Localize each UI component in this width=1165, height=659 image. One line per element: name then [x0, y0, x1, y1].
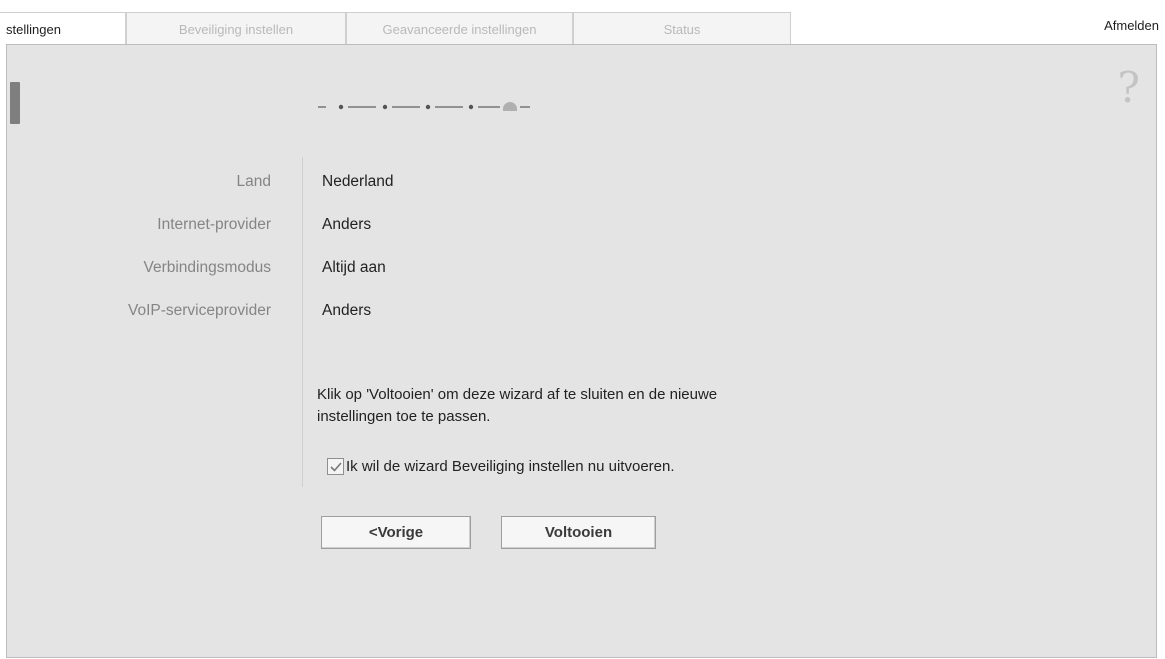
finish-message-line-2: instellingen toe te passen. [317, 408, 491, 425]
summary-label: Verbindingsmodus [143, 259, 271, 276]
progress-step-1 [338, 104, 344, 110]
progress-step-4 [468, 104, 474, 110]
tab-bar: stellingen Beveiliging instellen Geavanc… [0, 0, 1165, 45]
progress-step-current-icon [503, 102, 517, 111]
finish-message: Klik op 'Voltooien' om deze wizard af te… [317, 384, 877, 428]
progress-step-2 [382, 104, 388, 110]
wizard-progress-graphic [318, 102, 530, 111]
vertical-divider [302, 157, 303, 487]
summary-row-verbindingsmodus: Verbindingsmodus [21, 259, 271, 283]
summary-value: Altijd aan [322, 259, 386, 276]
tab-instellingen[interactable]: stellingen [0, 12, 126, 45]
summary-row-land: Land [21, 173, 271, 197]
logout-link[interactable]: Afmelden [1104, 18, 1159, 33]
run-security-wizard-label[interactable]: Ik wil de wizard Beveiliging instellen n… [346, 458, 675, 475]
summary-value: Nederland [322, 173, 394, 190]
tab-geavanceerde-instellingen[interactable]: Geavanceerde instellingen [346, 12, 573, 45]
summary-label: VoIP-serviceprovider [127, 302, 271, 319]
run-security-wizard-option: Ik wil de wizard Beveiliging instellen n… [327, 455, 675, 477]
progress-step-3 [425, 104, 431, 110]
run-security-wizard-checkbox[interactable] [327, 457, 344, 475]
checkmark-icon [330, 461, 342, 472]
help-icon[interactable]: ? [1117, 67, 1140, 109]
tab-status[interactable]: Status [573, 12, 791, 45]
summary-value: Anders [322, 216, 372, 233]
scroll-handle[interactable] [10, 82, 20, 124]
wizard-progress [318, 97, 538, 117]
summary-value: Anders [322, 302, 372, 319]
summary-label: Internet-provider [157, 216, 271, 233]
tab-beveiliging-instellen[interactable]: Beveiliging instellen [126, 12, 346, 45]
summary-row-voip-provider: VoIP-serviceprovider [21, 302, 271, 326]
wizard-panel: ? Land Nederland Internet-provider Ander… [6, 44, 1157, 658]
finish-message-line-1: Klik op 'Voltooien' om deze wizard af te… [317, 386, 718, 403]
summary-row-internet-provider: Internet-provider [21, 216, 271, 240]
summary-label: Land [236, 173, 271, 190]
finish-button[interactable]: Voltooien [501, 516, 656, 549]
back-button[interactable]: <Vorige [321, 516, 471, 549]
